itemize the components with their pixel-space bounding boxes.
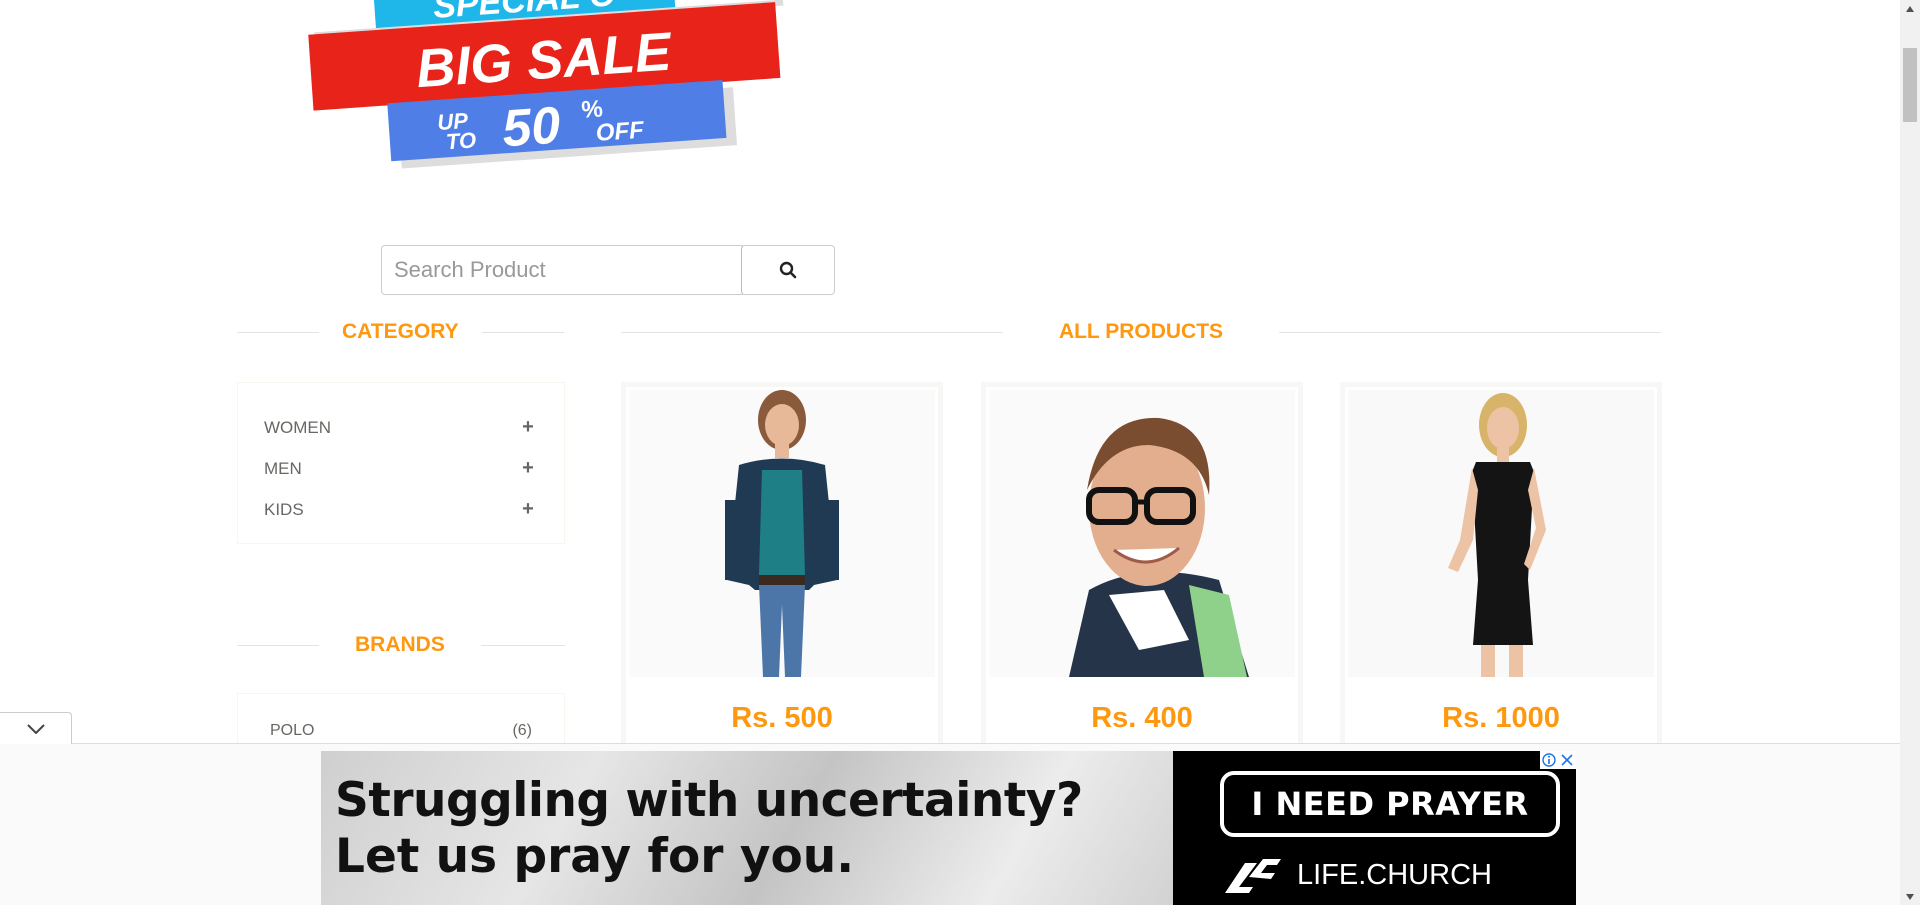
woman-black-dress-photo — [1348, 390, 1654, 677]
brand-label: POLO — [270, 722, 315, 739]
brands-title: BRANDS — [355, 633, 445, 656]
category-item-kids[interactable]: KIDS + — [264, 489, 538, 530]
category-title: CATEGORY — [342, 320, 459, 343]
product-card[interactable]: Rs. 1000 — [1340, 382, 1662, 762]
plus-icon[interactable]: + — [518, 457, 538, 480]
banner-to-text: TO — [445, 127, 477, 154]
product-card[interactable]: Rs. 400 — [981, 382, 1303, 762]
category-label: WOMEN — [264, 417, 332, 437]
ad-text-panel[interactable]: Struggling with uncertainty? Let us pray… — [321, 751, 1173, 905]
product-price: Rs. 500 — [731, 702, 833, 734]
ad-brand: LIFE.CHURCH — [1223, 855, 1492, 895]
page-scrollbar[interactable] — [1900, 0, 1920, 905]
ad-headline: Struggling with uncertainty? — [335, 773, 1083, 828]
sale-banner: SPECIAL O BIG SALE UP TO 50 % OFF — [300, 0, 800, 170]
sale-banner-graphic: SPECIAL O BIG SALE UP TO 50 % OFF — [308, 0, 784, 169]
scroll-down-button[interactable] — [1900, 888, 1920, 905]
category-item-men[interactable]: MEN + — [264, 448, 538, 489]
category-label: KIDS — [264, 499, 304, 519]
plus-icon[interactable]: + — [518, 498, 538, 521]
search-button[interactable] — [741, 245, 835, 295]
product-price: Rs. 400 — [1091, 702, 1193, 734]
product-image[interactable] — [989, 390, 1295, 677]
ad-cta-panel[interactable]: I NEED PRAYER LIFE.CHURCH — [1173, 751, 1576, 905]
ad-banner[interactable]: Struggling with uncertainty? Let us pray… — [321, 751, 1576, 905]
close-icon — [1561, 754, 1573, 766]
category-item-women[interactable]: WOMEN + — [264, 407, 538, 448]
ad-close-button[interactable] — [1558, 751, 1576, 769]
products-heading: ALL PRODUCTS — [621, 320, 1661, 344]
product-image[interactable] — [1348, 390, 1654, 677]
ad-cta-button[interactable]: I NEED PRAYER — [1220, 771, 1560, 837]
arrow-up-icon — [1906, 5, 1914, 12]
arrow-down-icon — [1906, 893, 1914, 900]
ad-subline: Let us pray for you. — [335, 829, 855, 884]
ad-collapse-button[interactable] — [0, 712, 72, 744]
plus-icon[interactable]: + — [518, 416, 538, 439]
product-image[interactable] — [629, 390, 935, 677]
banner-percent-text: 50 — [500, 96, 562, 158]
scroll-thumb[interactable] — [1903, 48, 1917, 122]
info-icon — [1542, 753, 1556, 767]
ad-brand-name: LIFE.CHURCH — [1297, 858, 1492, 891]
brand-item-polo[interactable]: POLO (6) — [270, 722, 532, 740]
product-card[interactable]: Rs. 500 — [621, 382, 943, 762]
category-panel: WOMEN + MEN + KIDS + — [237, 382, 565, 544]
search-bar — [381, 245, 835, 295]
lifechurch-logo-icon — [1225, 859, 1281, 893]
category-heading: CATEGORY — [237, 320, 565, 344]
scroll-up-button[interactable] — [1900, 0, 1920, 17]
brands-heading: BRANDS — [237, 633, 565, 657]
search-input[interactable] — [381, 245, 743, 295]
brand-count: (6) — [512, 722, 532, 739]
banner-off-text: OFF — [595, 117, 646, 147]
woman-cardigan-photo — [629, 390, 935, 677]
products-title: ALL PRODUCTS — [1058, 320, 1224, 343]
chevron-down-icon — [26, 723, 45, 734]
man-glasses-photo — [989, 390, 1295, 677]
category-label: MEN — [264, 458, 302, 478]
search-icon — [779, 261, 797, 279]
ad-info-button[interactable] — [1540, 751, 1558, 769]
product-price: Rs. 1000 — [1442, 702, 1560, 734]
